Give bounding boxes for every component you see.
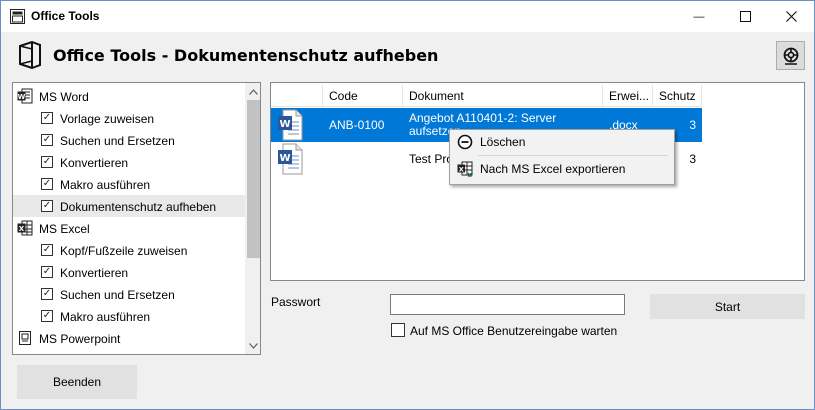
- lifebuoy-icon: [783, 47, 798, 65]
- checkbox[interactable]: ✓: [41, 266, 53, 278]
- menu-item-label: Löschen: [480, 135, 526, 149]
- menu-item-excel-export[interactable]: X Nach MS Excel exportieren: [452, 158, 672, 180]
- wait-for-input-checkbox[interactable]: [391, 323, 405, 337]
- table-cell-icon: W: [271, 142, 323, 176]
- menu-item-loeschen[interactable]: Löschen: [452, 131, 672, 153]
- svg-text:X: X: [19, 225, 25, 233]
- start-button-label: Start: [714, 299, 741, 314]
- start-button[interactable]: Start: [650, 294, 805, 319]
- tree-item[interactable]: ✓ Konvertieren: [13, 151, 245, 173]
- tree-item-label: Suchen und Ersetzen: [60, 288, 175, 302]
- wait-for-input-label: Auf MS Office Benutzereingabe warten: [410, 324, 618, 338]
- column-header-dokument[interactable]: Dokument: [403, 85, 603, 107]
- svg-text:W: W: [279, 153, 290, 164]
- maximize-button[interactable]: [722, 1, 768, 32]
- checkbox[interactable]: ✓: [41, 156, 53, 168]
- tree-item[interactable]: ✓ Vorlage zuweisen: [13, 107, 245, 129]
- close-icon: [785, 11, 797, 22]
- tree-item[interactable]: ✓ Konvertieren: [13, 261, 245, 283]
- tree-item-label: Kopf/Fußzeile zuweisen: [60, 244, 188, 258]
- checkbox[interactable]: ✓: [41, 200, 53, 212]
- minus-circle-icon: [457, 134, 473, 150]
- tree-group-label: MS Word: [39, 90, 89, 104]
- minimize-icon: —: [693, 10, 705, 23]
- app-window: Office Tools — Office Tools - Dokumenten…: [0, 0, 815, 410]
- tree-item[interactable]: ✓ Kopf/Fußzeile zuweisen: [13, 239, 245, 261]
- scroll-up-button[interactable]: [245, 83, 260, 100]
- scroll-down-button[interactable]: [245, 337, 260, 354]
- help-button[interactable]: [776, 41, 805, 70]
- word-icon: W: [17, 88, 33, 104]
- maximize-icon: [739, 11, 751, 22]
- table-cell-code: ANB-0100: [329, 118, 385, 132]
- tree-item-label: Vorlage zuweisen: [60, 112, 155, 126]
- svg-text:W: W: [279, 119, 290, 130]
- tree-item-label: Suchen und Ersetzen: [60, 134, 175, 148]
- chevron-down-icon: [248, 342, 258, 349]
- tree-item-label: Makro ausführen: [60, 178, 151, 192]
- tree-item-label: Konvertieren: [60, 266, 129, 280]
- tree-item-label: Konvertieren: [60, 156, 129, 170]
- tree-item[interactable]: ✓ Makro ausführen: [13, 173, 245, 195]
- scroll-thumb[interactable]: [247, 100, 260, 258]
- tree-scrollbar[interactable]: [245, 83, 260, 354]
- page-title: Office Tools - Dokumentenschutz aufheben: [53, 46, 439, 65]
- app-icon: [10, 9, 25, 24]
- word-document-icon: W: [278, 109, 303, 141]
- tree-group-label: MS Excel: [39, 222, 90, 236]
- tree-item[interactable]: ✓ Suchen und Ersetzen: [13, 283, 245, 305]
- checkbox[interactable]: ✓: [41, 134, 53, 146]
- function-tree[interactable]: W MS Word ✓ Vorlage zuweisen ✓ Suchen un…: [12, 82, 261, 355]
- table-cell-code: [323, 142, 403, 176]
- end-button[interactable]: Beenden: [17, 365, 137, 399]
- close-button[interactable]: [768, 1, 814, 32]
- checkbox[interactable]: ✓: [41, 112, 53, 124]
- word-document-icon: W: [278, 143, 303, 175]
- checkbox[interactable]: ✓: [41, 244, 53, 256]
- end-button-label: Beenden: [52, 375, 102, 389]
- column-header-code[interactable]: Code: [323, 85, 403, 107]
- checkbox[interactable]: ✓: [41, 288, 53, 300]
- password-input[interactable]: [390, 294, 625, 315]
- menu-item-label: Nach MS Excel exportieren: [480, 162, 626, 176]
- tree-item[interactable]: ✓ Suchen und Ersetzen: [13, 129, 245, 151]
- excel-icon: X: [17, 220, 33, 236]
- title-bar: Office Tools —: [1, 1, 814, 32]
- tree-item-selected[interactable]: ✓ Dokumentenschutz aufheben: [13, 195, 245, 217]
- tree-group-ms-excel[interactable]: X MS Excel: [13, 217, 245, 239]
- context-menu: Löschen X Nach MS Excel exportieren: [449, 129, 675, 185]
- page-header: Office Tools - Dokumentenschutz aufheben: [1, 32, 814, 80]
- table-cell-icon: W: [271, 108, 323, 142]
- menu-separator: [478, 155, 668, 156]
- tree-group-ms-word[interactable]: W MS Word: [13, 85, 245, 107]
- column-header-erweiterung[interactable]: Erwei...: [603, 85, 653, 107]
- excel-export-icon: X: [457, 161, 473, 177]
- window-title: Office Tools: [31, 9, 100, 23]
- minimize-button[interactable]: —: [676, 1, 722, 32]
- tree-item-label: Makro ausführen: [60, 310, 151, 324]
- svg-text:X: X: [459, 165, 464, 173]
- tree-item-label: Dokumentenschutz aufheben: [60, 200, 217, 214]
- password-label: Passwort: [271, 295, 321, 309]
- tree-group-ms-powerpoint[interactable]: MS Powerpoint: [13, 327, 245, 349]
- powerpoint-icon: [19, 331, 31, 345]
- checkbox[interactable]: ✓: [41, 178, 53, 190]
- tree-group-label: MS Powerpoint: [39, 332, 121, 346]
- chevron-up-icon: [248, 88, 258, 95]
- column-header-icon[interactable]: [271, 85, 323, 107]
- tree-item[interactable]: ✓ Makro ausführen: [13, 305, 245, 327]
- office-logo-icon: [19, 41, 41, 69]
- checkbox[interactable]: ✓: [41, 310, 53, 322]
- column-header-schutz[interactable]: Schutz: [653, 85, 702, 107]
- svg-text:W: W: [18, 93, 26, 101]
